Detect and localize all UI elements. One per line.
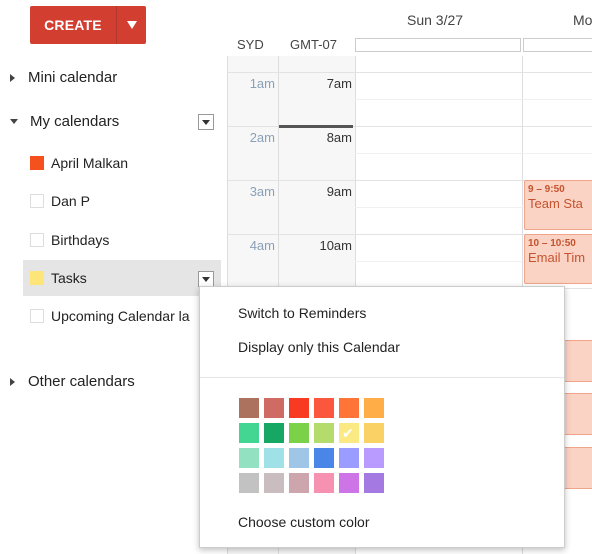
color-swatch[interactable] xyxy=(289,473,309,493)
my-calendars-label: My calendars xyxy=(30,113,120,130)
calendar-label: Upcoming Calendar la xyxy=(51,308,190,324)
color-swatch[interactable] xyxy=(314,423,334,443)
create-dropdown-button[interactable] xyxy=(116,6,146,44)
event-time: 10 – 10:50 xyxy=(528,238,576,249)
color-swatch[interactable] xyxy=(289,398,309,418)
mini-calendar-toggle[interactable]: Mini calendar xyxy=(10,69,117,86)
calendar-label: Tasks xyxy=(51,270,87,286)
calendar-color-swatch[interactable] xyxy=(30,156,44,170)
half-hour-line xyxy=(355,99,592,100)
collapse-arrow-icon xyxy=(10,119,18,124)
expand-arrow-icon xyxy=(10,377,15,386)
calendar-item-upcoming[interactable]: Upcoming Calendar la xyxy=(23,298,221,334)
timezone-label-gmt: GMT-07 xyxy=(290,37,337,52)
calendar-color-swatch[interactable] xyxy=(30,194,44,208)
time-label-gmt: 9am xyxy=(326,184,352,199)
expand-arrow-icon xyxy=(10,73,15,82)
color-swatch[interactable] xyxy=(289,423,309,443)
color-swatch[interactable] xyxy=(339,398,359,418)
color-swatch[interactable] xyxy=(364,473,384,493)
calendar-label: Birthdays xyxy=(51,232,110,248)
caret-down-icon xyxy=(126,21,137,29)
all-day-slot[interactable] xyxy=(523,38,592,52)
color-swatch[interactable] xyxy=(264,448,284,468)
day-header-sun[interactable]: Sun 3/27 xyxy=(407,12,463,28)
other-calendars-label: Other calendars xyxy=(28,373,135,390)
switch-to-reminders-item[interactable]: Switch to Reminders xyxy=(238,305,366,321)
color-swatch[interactable] xyxy=(314,448,334,468)
color-palette: ✔ xyxy=(239,398,384,493)
event-title: Team Sta xyxy=(528,196,583,211)
caret-down-icon xyxy=(202,276,210,282)
event-email-time[interactable]: 10 – 10:50 Email Tim xyxy=(524,234,592,284)
calendar-color-swatch[interactable] xyxy=(30,233,44,247)
color-swatch[interactable] xyxy=(264,423,284,443)
calendar-item-april-malkan[interactable]: April Malkan xyxy=(23,145,221,181)
time-label-gmt: 10am xyxy=(319,238,352,253)
color-swatch[interactable] xyxy=(364,398,384,418)
color-swatch[interactable] xyxy=(239,473,259,493)
day-header-mon[interactable]: Mo xyxy=(573,12,592,28)
color-swatch[interactable] xyxy=(339,448,359,468)
color-swatch[interactable] xyxy=(314,473,334,493)
half-hour-line xyxy=(355,153,592,154)
timezone-label-syd: SYD xyxy=(237,37,264,52)
calendar-label: April Malkan xyxy=(51,155,129,171)
time-label-gmt: 8am xyxy=(326,130,352,145)
calendar-label: Dan P xyxy=(51,193,90,209)
color-swatch[interactable] xyxy=(364,448,384,468)
color-swatch[interactable] xyxy=(364,423,384,443)
time-label-syd: 3am xyxy=(249,184,275,199)
menu-divider xyxy=(200,377,564,378)
create-button-group: CREATE xyxy=(30,6,146,44)
color-swatch[interactable] xyxy=(289,448,309,468)
calendar-item-tasks[interactable]: Tasks xyxy=(23,260,221,296)
calendar-color-swatch[interactable] xyxy=(30,271,44,285)
event-title: Email Tim xyxy=(528,250,586,265)
my-calendars-menu-button[interactable] xyxy=(198,114,214,130)
color-swatch[interactable] xyxy=(339,473,359,493)
color-swatch[interactable] xyxy=(314,398,334,418)
color-swatch[interactable] xyxy=(239,398,259,418)
tasks-menu-button[interactable] xyxy=(198,271,214,287)
calendar-item-dan-p[interactable]: Dan P xyxy=(23,183,221,219)
color-swatch[interactable] xyxy=(239,448,259,468)
all-day-slot[interactable] xyxy=(355,38,521,52)
color-swatch[interactable] xyxy=(239,423,259,443)
event-team-standup[interactable]: 9 – 9:50 Team Sta xyxy=(524,180,592,230)
calendar-item-birthdays[interactable]: Birthdays xyxy=(23,222,221,258)
mini-calendar-label: Mini calendar xyxy=(28,69,118,86)
create-button[interactable]: CREATE xyxy=(30,6,116,44)
other-calendars-toggle[interactable]: Other calendars xyxy=(10,373,135,390)
time-label-syd: 1am xyxy=(249,76,275,91)
event-time: 9 – 9:50 xyxy=(528,184,565,195)
color-swatch[interactable] xyxy=(264,398,284,418)
time-label-gmt: 7am xyxy=(326,76,352,91)
my-calendars-toggle[interactable]: My calendars xyxy=(10,113,119,130)
color-swatch[interactable] xyxy=(264,473,284,493)
current-time-indicator xyxy=(279,125,353,128)
time-label-syd: 2am xyxy=(249,130,275,145)
caret-down-icon xyxy=(202,119,210,125)
calendar-options-menu: Switch to Reminders Display only this Ca… xyxy=(199,286,565,548)
choose-custom-color-item[interactable]: Choose custom color xyxy=(238,514,370,530)
calendar-color-swatch[interactable] xyxy=(30,309,44,323)
time-label-syd: 4am xyxy=(249,238,275,253)
color-swatch[interactable]: ✔ xyxy=(339,423,359,443)
display-only-this-calendar-item[interactable]: Display only this Calendar xyxy=(238,339,400,355)
hour-line xyxy=(227,72,592,73)
checkmark-icon: ✔ xyxy=(342,425,354,441)
